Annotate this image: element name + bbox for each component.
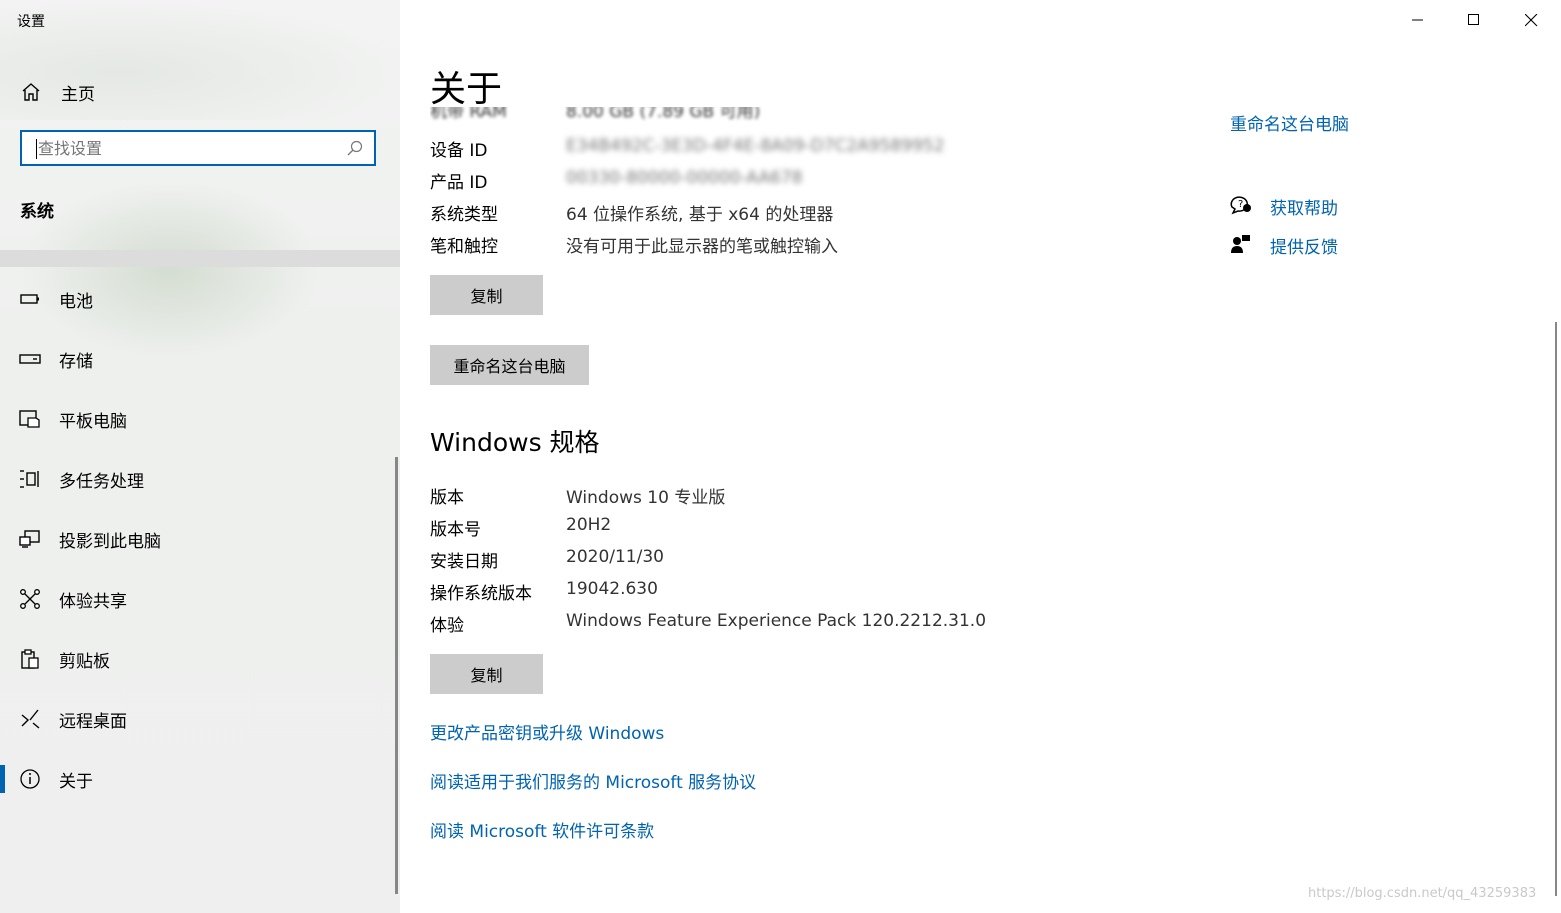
sidebar-item-shared-experiences[interactable]: 体验共享: [0, 576, 398, 622]
maximize-icon: [1468, 14, 1479, 25]
sidebar-acrylic-blur: [20, 180, 320, 360]
sidebar: 设置 主页 系统 电池 存储 平板电脑: [0, 0, 400, 913]
info-icon: [19, 768, 41, 790]
sidebar-item-label: 电池: [59, 291, 93, 312]
sidebar-item-clipboard[interactable]: 剪贴板: [0, 636, 398, 682]
spec-value: 00330-80000-00000-AA678: [566, 168, 803, 188]
minimize-icon: [1412, 19, 1423, 21]
spec-row-ram: 机带 RAM 8.00 GB (7.89 GB 可用): [430, 107, 930, 125]
spec-value: 19042.630: [566, 579, 658, 599]
sidebar-item-label: 平板电脑: [59, 411, 127, 432]
change-product-key-link[interactable]: 更改产品密钥或升级 Windows: [430, 719, 664, 744]
services-agreement-link[interactable]: 阅读适用于我们服务的 Microsoft 服务协议: [430, 768, 756, 793]
home-icon: [22, 83, 40, 101]
multitasking-icon: [19, 468, 41, 490]
spec-value: Windows 10 专业版: [566, 488, 726, 508]
get-help-link[interactable]: 获取帮助: [1270, 194, 1338, 219]
sidebar-item-tablet[interactable]: 平板电脑: [0, 396, 398, 442]
spec-value: E34B492C-3E3D-4F4E-8A09-D7C2A9589952: [566, 136, 945, 156]
spec-label: 版本: [430, 488, 464, 508]
svg-text:?: ?: [1238, 199, 1243, 210]
sidebar-scrollbar[interactable]: [395, 457, 398, 894]
sidebar-item-remote-desktop[interactable]: 远程桌面: [0, 696, 398, 742]
spec-label: 体验: [430, 616, 464, 636]
spec-label: 操作系统版本: [430, 584, 532, 604]
battery-icon: [19, 288, 41, 310]
sidebar-scroll-band: [0, 250, 400, 267]
sidebar-item-label: 远程桌面: [59, 711, 127, 732]
shared-experiences-icon: [19, 588, 41, 610]
search-icon[interactable]: [346, 139, 364, 157]
clipboard-icon: [19, 648, 41, 670]
sidebar-item-project[interactable]: 投影到此电脑: [0, 516, 398, 562]
search-box[interactable]: [20, 130, 376, 166]
search-input[interactable]: [36, 137, 346, 159]
watermark: https://blog.csdn.net/qq_43259383: [1308, 886, 1537, 901]
windows-specs-heading: Windows 规格: [430, 428, 600, 457]
get-help-icon: ?: [1230, 196, 1251, 215]
sidebar-item-about[interactable]: 关于: [0, 756, 398, 802]
spec-value: 2020/11/30: [566, 547, 664, 567]
spec-label: 安装日期: [430, 552, 498, 572]
spec-label: 版本号: [430, 520, 481, 540]
section-label-system: 系统: [20, 202, 54, 222]
sidebar-item-label: 剪贴板: [59, 651, 110, 672]
text-caret: [36, 139, 37, 159]
sidebar-item-multitasking[interactable]: 多任务处理: [0, 456, 398, 502]
spec-value: 8.00 GB (7.89 GB 可用): [566, 107, 761, 122]
project-to-pc-icon: [19, 528, 41, 550]
sidebar-item-label: 关于: [59, 771, 93, 792]
spec-value: 没有可用于此显示器的笔或触控输入: [566, 237, 838, 257]
spec-value: 64 位操作系统, 基于 x64 的处理器: [566, 205, 834, 225]
app-title: 设置: [17, 14, 45, 30]
spec-value: Windows Feature Experience Pack 120.2212…: [566, 611, 987, 631]
remote-desktop-icon: [19, 708, 41, 730]
copy-windows-specs-button[interactable]: 复制: [430, 654, 543, 694]
spec-label: 机带 RAM: [430, 107, 507, 122]
license-terms-link[interactable]: 阅读 Microsoft 软件许可条款: [430, 817, 654, 842]
home-nav-item[interactable]: 主页: [20, 78, 95, 106]
main-scrollbar[interactable]: [1555, 322, 1557, 896]
tablet-mode-icon: [19, 408, 41, 430]
spec-label: 产品 ID: [430, 173, 488, 193]
spec-label: 系统类型: [430, 205, 498, 225]
home-label: 主页: [61, 84, 95, 105]
spec-value: 20H2: [566, 515, 612, 535]
maximize-button[interactable]: [1446, 0, 1502, 40]
sidebar-item-label: 多任务处理: [59, 471, 144, 492]
storage-drive-icon: [19, 348, 41, 370]
rename-pc-link[interactable]: 重命名这台电脑: [1230, 112, 1370, 132]
rename-pc-link-label: 重命名这台电脑: [1230, 115, 1349, 132]
sidebar-item-label: 体验共享: [59, 591, 127, 612]
sidebar-item-battery[interactable]: 电池: [0, 276, 398, 322]
give-feedback-link[interactable]: 提供反馈: [1270, 233, 1338, 258]
spec-label: 设备 ID: [430, 141, 488, 161]
close-button[interactable]: [1503, 0, 1559, 40]
sidebar-item-label: 投影到此电脑: [59, 531, 161, 552]
rename-pc-button[interactable]: 重命名这台电脑: [430, 345, 589, 385]
sidebar-item-storage[interactable]: 存储: [0, 336, 398, 382]
sidebar-item-label: 存储: [59, 351, 93, 372]
active-indicator: [0, 765, 5, 793]
feedback-icon: [1231, 235, 1250, 253]
copy-device-specs-button[interactable]: 复制: [430, 275, 543, 315]
minimize-button[interactable]: [1390, 0, 1446, 40]
spec-label: 笔和触控: [430, 237, 498, 257]
close-icon: [1524, 13, 1537, 26]
